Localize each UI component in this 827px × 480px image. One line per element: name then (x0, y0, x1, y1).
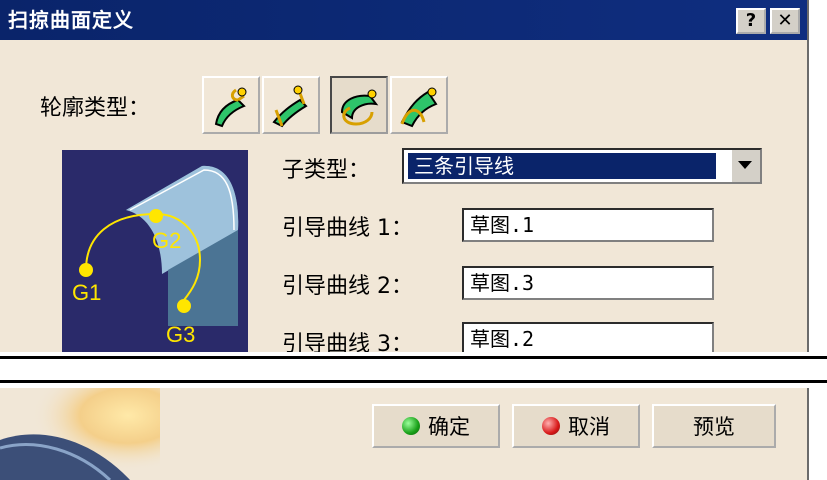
preview-label: 预览 (693, 415, 735, 439)
close-button[interactable]: ✕ (770, 8, 800, 34)
button-bar: 确定 取消 预览 (0, 388, 809, 480)
help-button[interactable]: ? (736, 8, 766, 34)
circle-profile-icon (340, 89, 379, 126)
guide-1-label: 引导曲线 1： (282, 216, 413, 241)
subtype-label: 子类型： (282, 158, 371, 183)
subtype-combo[interactable]: 三条引导线 (402, 148, 762, 184)
preview-button[interactable]: 预览 (652, 404, 776, 448)
guide-2-field[interactable]: 草图.3 (462, 266, 714, 300)
cancel-label: 取消 (568, 415, 610, 439)
subtype-value: 三条引导线 (407, 152, 717, 180)
preview-label-g1: G1 (72, 280, 101, 305)
sweep-surface-dialog: 扫掠曲面定义 ? ✕ 轮廓类型： G1 G2 G3 子类型： 三条引导线 引导曲… (0, 0, 809, 480)
cut-line-bottom (0, 380, 827, 383)
sweep-preview-image: G1 G2 G3 (62, 150, 248, 355)
cut-divider (0, 352, 827, 388)
preview-label-g3: G3 (166, 322, 195, 347)
explicit-profile-icon (214, 87, 247, 128)
guide-2-label: 引导曲线 2： (282, 274, 413, 299)
profile-circle-button[interactable] (330, 76, 388, 134)
guide-1-field[interactable]: 草图.1 (462, 208, 714, 242)
ok-button[interactable]: 确定 (372, 404, 500, 448)
chevron-down-icon (738, 161, 752, 169)
guide-3-field[interactable]: 草图.2 (462, 322, 714, 356)
line-profile-icon (272, 85, 308, 128)
profile-explicit-button[interactable] (202, 76, 260, 134)
cancel-status-icon (542, 417, 560, 435)
globe-logo-icon (0, 388, 160, 480)
ok-status-icon (402, 417, 420, 435)
profile-conic-button[interactable] (390, 76, 448, 134)
ok-label: 确定 (428, 415, 470, 439)
dropdown-arrow-button[interactable] (730, 150, 760, 182)
profile-type-label: 轮廓类型： (40, 96, 151, 121)
cancel-button[interactable]: 取消 (512, 404, 640, 448)
title-bar[interactable]: 扫掠曲面定义 ? ✕ (0, 0, 807, 40)
profile-line-button[interactable] (262, 76, 320, 134)
preview-label-g2: G2 (152, 228, 181, 253)
conic-profile-icon (400, 87, 438, 128)
dialog-title: 扫掠曲面定义 (8, 8, 134, 32)
cut-line-top (0, 356, 827, 359)
